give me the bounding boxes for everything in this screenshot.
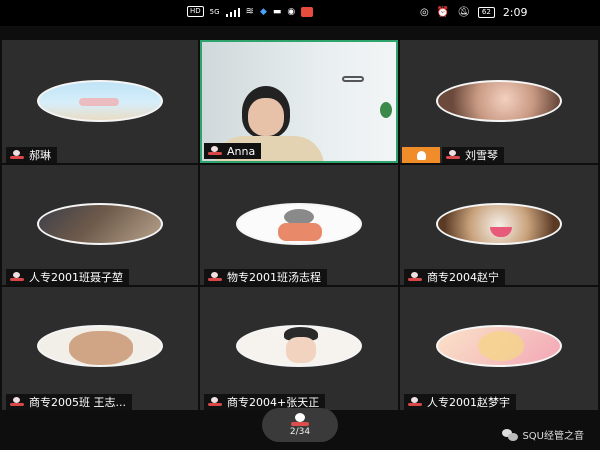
participant-tile[interactable]: 人专2001赵梦宇 bbox=[400, 287, 598, 410]
user-icon bbox=[416, 150, 426, 160]
muted-mic-icon bbox=[10, 150, 24, 160]
participant-tile[interactable]: 刘雪琴 bbox=[400, 40, 598, 163]
wifi-icon: ≋ bbox=[245, 6, 254, 17]
battery-icon: 62 bbox=[477, 7, 495, 18]
alarm-icon: ⏰ bbox=[436, 7, 450, 18]
avatar bbox=[236, 203, 362, 245]
participant-tile[interactable]: 人专2001班聂子堃 bbox=[2, 165, 198, 285]
muted-mic-icon bbox=[10, 272, 24, 282]
avatar bbox=[236, 325, 362, 367]
avatar bbox=[436, 325, 562, 367]
status-bar: HD 5G ≋ ◆ ▬ ◉ ◎ ⏰ 🔕︎ 62 2:09 bbox=[0, 0, 600, 26]
mute-icon: 🔕︎ bbox=[457, 7, 470, 18]
name-label: Anna bbox=[204, 143, 262, 159]
participant-grid: 郝琳 Anna 刘雪琴 人专2001班聂子堃 物专2001班汤志程 商专2004… bbox=[0, 40, 600, 410]
avatar bbox=[37, 325, 163, 367]
muted-mic-icon bbox=[446, 150, 460, 160]
muted-mic-icon bbox=[208, 272, 222, 282]
eye-icon: ◎ bbox=[420, 7, 429, 18]
participant-tile[interactable]: 郝琳 bbox=[2, 40, 198, 163]
muted-mic-icon bbox=[208, 146, 222, 156]
hd-badge: HD bbox=[187, 6, 204, 17]
network-type: 5G bbox=[209, 7, 220, 16]
avatar bbox=[436, 80, 562, 122]
participant-tile[interactable]: 物专2001班汤志程 bbox=[200, 165, 398, 285]
name-label: 郝琳 bbox=[6, 147, 57, 163]
notification-icon: ◆ bbox=[259, 6, 267, 17]
name-label: 刘雪琴 bbox=[442, 147, 504, 163]
participant-tile[interactable]: 商专2004+张天正 bbox=[200, 287, 398, 410]
avatar bbox=[37, 203, 163, 245]
message-icon: ◉ bbox=[287, 6, 296, 17]
muted-mic-icon bbox=[408, 272, 422, 282]
muted-mic-icon bbox=[291, 413, 309, 427]
recording-icon bbox=[301, 6, 314, 17]
signal-icon bbox=[225, 7, 240, 17]
participant-tile[interactable]: 商专2004赵宁 bbox=[400, 165, 598, 285]
participant-tile-active[interactable]: Anna bbox=[200, 40, 398, 163]
clock: 2:09 bbox=[502, 6, 528, 19]
name-label: 人专2001赵梦宇 bbox=[404, 394, 516, 410]
host-badge bbox=[402, 147, 440, 163]
page-indicator[interactable]: 2/34 bbox=[262, 408, 338, 442]
name-label: 人专2001班聂子堃 bbox=[6, 269, 129, 285]
name-label: 商专2004赵宁 bbox=[404, 269, 505, 285]
wechat-icon bbox=[502, 428, 519, 441]
name-label: 商专2005班 王志... bbox=[6, 394, 132, 410]
chat-icon: ▬ bbox=[272, 6, 282, 17]
participant-tile[interactable]: 商专2005班 王志... bbox=[2, 287, 198, 410]
avatar bbox=[37, 80, 163, 122]
page-count: 2/34 bbox=[289, 427, 311, 437]
muted-mic-icon bbox=[10, 397, 24, 407]
watermark: SQU经管之音 bbox=[502, 427, 584, 442]
name-label: 物专2001班汤志程 bbox=[204, 269, 327, 285]
avatar bbox=[436, 203, 562, 245]
muted-mic-icon bbox=[208, 397, 222, 407]
muted-mic-icon bbox=[408, 397, 422, 407]
